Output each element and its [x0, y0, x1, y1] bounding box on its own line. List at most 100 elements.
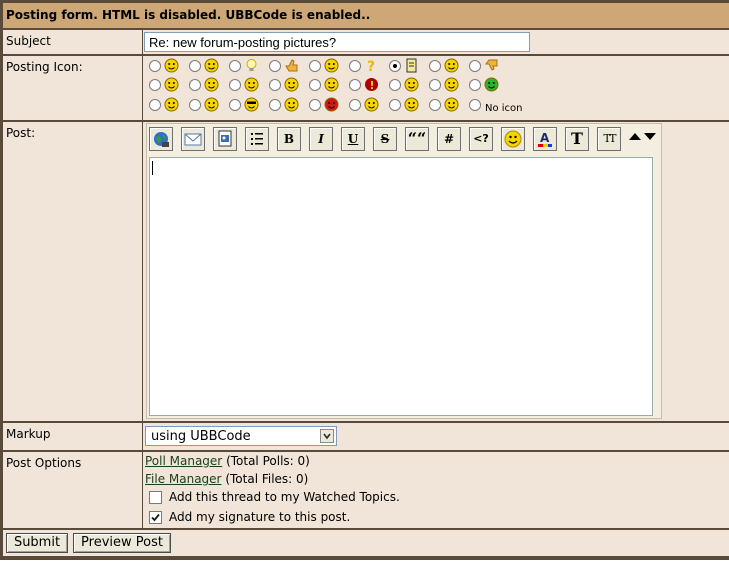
poll-count-text: (Total Polls: 0)	[226, 454, 310, 468]
poll-manager-link[interactable]: Poll Manager	[145, 454, 222, 468]
insert-image-button[interactable]	[213, 127, 237, 151]
subject-label: Subject	[6, 34, 51, 48]
chevron-down-icon[interactable]	[320, 429, 334, 443]
smile-icon	[164, 58, 179, 73]
italic-button[interactable]: I	[309, 127, 333, 151]
form-header: Posting form. HTML is disabled. UBBCode …	[3, 3, 729, 29]
posting-icon-radio[interactable]	[429, 99, 441, 111]
posting-icon-radio[interactable]	[469, 99, 481, 111]
posting-icon-radio[interactable]	[229, 60, 241, 72]
hash-button[interactable]: #	[437, 127, 461, 151]
posting-icon-radio[interactable]	[469, 60, 481, 72]
poll-manager-row: Poll Manager (Total Polls: 0)	[145, 454, 310, 468]
post-label-cell: Post:	[3, 122, 142, 421]
code-button[interactable]: <?	[469, 127, 493, 151]
posting-icon-radio[interactable]	[149, 99, 161, 111]
expand-down-icon[interactable]	[644, 133, 656, 140]
question-icon: ?	[367, 59, 375, 73]
file-count-text: (Total Files: 0)	[225, 472, 309, 486]
thumbs-down-icon	[485, 59, 498, 71]
confused-icon	[324, 77, 339, 92]
posting-icon-radio[interactable]	[389, 99, 401, 111]
post-options-label: Post Options	[6, 456, 82, 470]
posting-icon-radio[interactable]	[429, 60, 441, 72]
posting-icon-radio[interactable]	[149, 79, 161, 91]
watch-topic-checkbox[interactable]	[149, 491, 162, 504]
posting-icon-radio[interactable]	[269, 99, 281, 111]
font-face-button[interactable]: T	[565, 127, 589, 151]
posting-icon-radio[interactable]	[389, 79, 401, 91]
image-icon	[218, 130, 232, 147]
signature-label: Add my signature to this post.	[169, 510, 351, 524]
bold-button[interactable]: B	[277, 127, 301, 151]
exclamation-icon: !	[365, 78, 378, 92]
expand-up-icon[interactable]	[629, 133, 641, 140]
submit-button[interactable]: Submit	[6, 533, 68, 553]
star-eyes-icon	[404, 97, 419, 112]
posting-icon-radio[interactable]	[429, 79, 441, 91]
smilies-button[interactable]	[501, 127, 525, 151]
posting-icon-radio[interactable]	[269, 60, 281, 72]
surprised-icon	[204, 77, 219, 92]
posting-icon-radio[interactable]	[349, 79, 361, 91]
strikethrough-button[interactable]: S	[373, 127, 397, 151]
smiley-icon	[504, 130, 522, 148]
email-icon	[184, 133, 202, 146]
posting-icon-radio[interactable]	[229, 79, 241, 91]
insert-url-button[interactable]	[149, 127, 173, 151]
post-textarea[interactable]	[149, 157, 653, 416]
text-caret	[152, 161, 153, 175]
no-icon-label: No icon	[485, 103, 523, 114]
posting-icon-radio[interactable]	[189, 60, 201, 72]
resize-arrows	[629, 133, 656, 140]
posting-icon-radio[interactable]	[229, 99, 241, 111]
preview-post-button[interactable]: Preview Post	[73, 533, 171, 553]
insert-email-button[interactable]	[181, 127, 205, 151]
lightbulb-icon	[246, 59, 257, 71]
form-title: Posting form. HTML is disabled. UBBCode …	[6, 8, 371, 22]
posting-icon-label: Posting Icon:	[6, 60, 83, 74]
grin-icon	[164, 77, 179, 92]
mad-icon	[324, 97, 339, 112]
posting-icon-radio[interactable]	[309, 79, 321, 91]
posting-icon-radio[interactable]	[149, 60, 161, 72]
file-manager-row: File Manager (Total Files: 0)	[145, 472, 308, 486]
file-manager-link[interactable]: File Manager	[145, 472, 222, 486]
frown-icon	[444, 58, 459, 73]
posting-icon-radio[interactable]	[349, 60, 361, 72]
posting-icon-radio[interactable]	[189, 99, 201, 111]
laugh-icon	[404, 77, 419, 92]
svg-text:!: !	[370, 79, 375, 92]
note-icon	[406, 58, 417, 73]
post-label: Post:	[6, 126, 36, 140]
posting-icon-radio[interactable]	[349, 99, 361, 111]
font-color-icon: A	[538, 131, 552, 147]
watch-topic-label: Add this thread to my Watched Topics.	[169, 490, 400, 504]
posting-icon-radio[interactable]	[189, 79, 201, 91]
markup-label-cell: Markup	[3, 423, 142, 450]
post-options-label-cell: Post Options	[3, 452, 142, 528]
posting-icon-radio[interactable]	[309, 60, 321, 72]
font-size-button[interactable]: TT	[597, 127, 621, 151]
sunglasses-icon	[244, 97, 259, 112]
grimace-icon	[364, 97, 379, 112]
tongue-icon	[324, 58, 339, 73]
posting-icon-radio[interactable]	[269, 79, 281, 91]
posting-icon-radio[interactable]	[469, 79, 481, 91]
markup-label: Markup	[6, 427, 51, 441]
posting-icon-radio[interactable]	[389, 60, 401, 72]
signature-checkbox[interactable]	[149, 511, 162, 524]
checkmark-icon	[151, 513, 160, 522]
posting-icon-label-cell: Posting Icon:	[3, 56, 142, 120]
underline-button[interactable]: U	[341, 127, 365, 151]
markup-select[interactable]: using UBBCode	[145, 426, 337, 446]
posting-form: Posting form. HTML is disabled. UBBCode …	[0, 0, 729, 560]
font-color-button[interactable]: A	[533, 127, 557, 151]
posting-icon-radio[interactable]	[309, 99, 321, 111]
wink-icon	[244, 77, 259, 92]
insert-list-button[interactable]	[245, 127, 269, 151]
subject-input[interactable]	[144, 32, 530, 52]
quote-button[interactable]: ““	[405, 127, 429, 151]
eek-icon	[204, 97, 219, 112]
sleepy-icon	[444, 97, 459, 112]
